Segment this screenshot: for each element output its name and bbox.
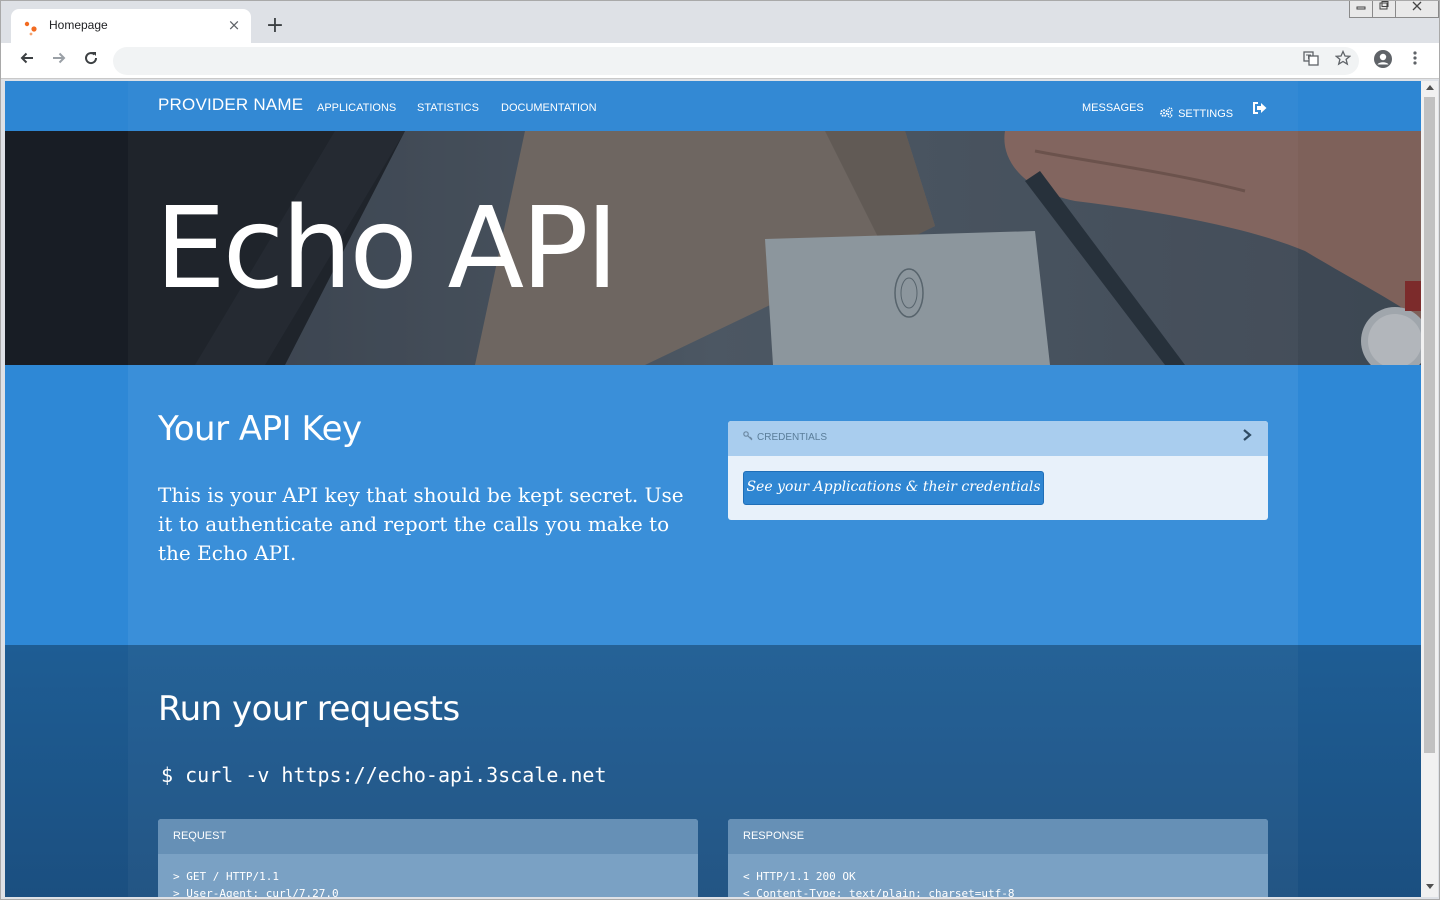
request-label: REQUEST [173,830,227,842]
nav-link-settings[interactable]: SETTINGS [1160,102,1233,121]
tab-close-icon[interactable]: × [225,16,243,34]
close-window-button[interactable] [1395,1,1439,18]
page-scrollbar[interactable] [1421,81,1438,897]
credentials-label: CREDENTIALS [757,432,828,443]
response-line: < Content-Type: text/plain; charset=utf-… [743,887,1015,897]
run-requests-heading: Run your requests [158,689,460,729]
forward-button[interactable] [47,49,71,73]
browser-toolbar [1,43,1439,79]
menu-button[interactable] [1403,49,1427,73]
reload-icon [85,52,98,65]
favicon-icon [24,21,37,36]
star-icon[interactable] [1331,49,1355,73]
address-bar[interactable] [113,47,1359,75]
restore-button[interactable] [1372,1,1396,18]
hero-banner: Echo API [5,131,1421,365]
scroll-up-icon[interactable] [1421,81,1438,95]
window-controls [1349,1,1439,19]
close-icon [1412,1,1422,11]
restore-icon [1379,1,1389,10]
response-label: RESPONSE [743,830,805,842]
api-key-section: Your API Key This is your API key that s… [5,365,1421,645]
response-panel-header: RESPONSE [728,819,1268,854]
arrow-right-icon [53,52,66,64]
nav-link-statistics[interactable]: STATISTICS [417,102,479,114]
scroll-thumb[interactable] [1424,97,1435,753]
request-line: > User-Agent: curl/7.27.0 [173,887,339,897]
settings-label: SETTINGS [1178,108,1234,120]
minimize-button[interactable] [1349,1,1373,18]
tab-title: Homepage [49,18,108,32]
sign-out-icon [1253,102,1267,114]
brand-link[interactable]: PROVIDER NAME [158,95,303,115]
tab-homepage[interactable]: Homepage × [11,9,251,43]
account-icon [1374,50,1392,68]
page-viewport: PROVIDER NAME APPLICATIONS STATISTICS DO… [5,81,1421,897]
browser-window: Homepage × + PROVIDER NAME APPLICATIONS … [0,0,1440,900]
request-line: > GET / HTTP/1.1 [173,870,279,883]
nav-link-applications[interactable]: APPLICATIONS [317,102,396,114]
tab-strip: Homepage × + [1,1,1439,43]
credentials-panel: CREDENTIALS See your Applications & thei… [728,421,1268,520]
gears-icon [1160,107,1173,118]
see-applications-button[interactable]: See your Applications & their credential… [743,471,1044,505]
request-panel: REQUEST > GET / HTTP/1.1 > User-Agent: c… [158,819,698,897]
api-key-heading: Your API Key [158,409,362,449]
response-panel: RESPONSE < HTTP/1.1 200 OK < Content-Typ… [728,819,1268,897]
new-tab-button[interactable]: + [263,15,287,39]
response-line: < HTTP/1.1 200 OK [743,870,856,883]
run-requests-section: Run your requests $ curl -v https://echo… [5,645,1421,897]
nav-link-documentation[interactable]: DOCUMENTATION [501,102,597,114]
scroll-down-icon[interactable] [1421,881,1438,895]
credentials-panel-header[interactable]: CREDENTIALS [728,421,1268,456]
chevron-right-icon [1243,429,1252,441]
logout-button[interactable] [1252,100,1268,119]
back-button[interactable] [15,49,39,73]
request-panel-header: REQUEST [158,819,698,854]
api-key-description: This is your API key that should be kept… [158,483,684,565]
minimize-icon [1356,6,1366,10]
profile-button[interactable] [1371,49,1395,73]
arrow-left-icon [20,52,33,64]
key-icon [743,431,753,441]
curl-command: $ curl -v https://echo-api.3scale.net [161,763,607,787]
nav-link-messages[interactable]: MESSAGES [1082,102,1144,114]
translate-icon[interactable] [1299,49,1323,73]
more-vert-icon [1413,51,1417,65]
site-navbar: PROVIDER NAME APPLICATIONS STATISTICS DO… [5,81,1421,131]
reload-button[interactable] [79,49,103,73]
hero-title: Echo API [155,184,619,314]
